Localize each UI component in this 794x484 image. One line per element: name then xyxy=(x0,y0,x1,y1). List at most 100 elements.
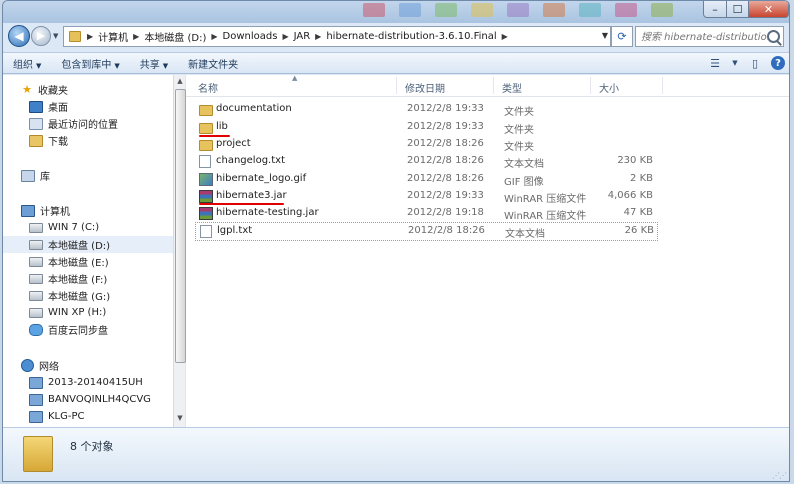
chevron-down-icon: ▼ xyxy=(114,61,120,70)
file-row[interactable]: project 2012/2/8 18:26 文件夹 xyxy=(195,136,656,153)
nav-label: 最近访问的位置 xyxy=(48,120,118,131)
text-file-icon xyxy=(199,155,211,168)
nav-label: 本地磁盘 (G:) xyxy=(48,292,111,303)
nav-item-drive-g[interactable]: 本地磁盘 (G:) xyxy=(3,287,173,304)
new-folder-button[interactable]: 新建文件夹 xyxy=(178,56,248,71)
search-box[interactable] xyxy=(635,26,784,47)
nav-label: 本地磁盘 (D:) xyxy=(48,241,111,252)
address-bar[interactable]: ▶ 计算机 ▶ 本地磁盘 (D:) ▶ Downloads ▶ JAR ▶ hi… xyxy=(63,26,611,47)
back-button[interactable]: ◀ xyxy=(8,25,30,47)
file-row[interactable]: lgpl.txt 2012/2/8 18:26 文本文档 26 KB xyxy=(195,222,658,241)
breadcrumb-separator[interactable]: ▶ xyxy=(280,32,290,41)
share-menu[interactable]: 共享 ▼ xyxy=(130,56,178,71)
view-dropdown-icon[interactable]: ▼ xyxy=(731,55,739,71)
recent-pages-chevron-icon[interactable]: ▼ xyxy=(53,32,61,40)
column-type[interactable]: 类型 xyxy=(502,80,522,95)
nav-item-host-2[interactable]: BANVOQINLH4QCVG xyxy=(3,391,173,408)
nav-item-libraries[interactable]: 库 xyxy=(3,167,173,184)
nav-item-host-3[interactable]: KLG-PC xyxy=(3,408,173,425)
nav-item-drive-c[interactable]: WIN 7 (C:) xyxy=(3,219,173,236)
file-row[interactable]: changelog.txt 2012/2/8 18:26 文本文档 230 KB xyxy=(195,153,656,170)
maximize-button[interactable]: ☐ xyxy=(726,1,749,18)
scroll-up-icon[interactable]: ▲ xyxy=(175,77,185,88)
address-dropdown-icon[interactable]: ▼ xyxy=(602,31,608,40)
nav-label: 库 xyxy=(40,172,50,183)
nav-item-favorites[interactable]: ★ 收藏夹 xyxy=(3,81,173,98)
nav-item-recent[interactable]: 最近访问的位置 xyxy=(3,115,173,132)
drive-icon xyxy=(29,290,43,301)
breadcrumb-separator[interactable]: ▶ xyxy=(85,32,95,41)
chevron-down-icon: ▼ xyxy=(162,61,169,70)
breadcrumb-separator[interactable]: ▶ xyxy=(131,32,141,41)
breadcrumb-separator[interactable]: ▶ xyxy=(209,32,219,41)
column-size[interactable]: 大小 xyxy=(599,80,619,95)
column-divider[interactable] xyxy=(396,77,397,94)
nav-item-drive-h[interactable]: WIN XP (H:) xyxy=(3,304,173,321)
file-type: WinRAR 压缩文件 xyxy=(504,194,587,205)
blurred-background-icons xyxy=(363,3,683,19)
nav-item-downloads[interactable]: 下载 xyxy=(3,132,173,149)
file-size: 2 KB xyxy=(630,173,653,184)
command-bar: 组织 ▼ 包含到库中 ▼ 共享 ▼ 新建文件夹 ☰ ▼ ▯ ? xyxy=(3,52,789,74)
minimize-button[interactable]: – xyxy=(703,1,727,18)
star-icon: ★ xyxy=(22,82,32,96)
organize-label: 组织 xyxy=(13,59,33,71)
breadcrumb-computer[interactable]: 计算机 xyxy=(95,29,131,44)
close-button[interactable]: ✕ xyxy=(748,1,789,18)
title-bar[interactable]: – ☐ ✕ xyxy=(3,1,789,23)
refresh-button[interactable]: ⟳ xyxy=(611,26,633,47)
organize-menu[interactable]: 组织 ▼ xyxy=(3,56,51,71)
file-row[interactable]: hibernate_logo.gif 2012/2/8 18:26 GIF 图像… xyxy=(195,171,656,188)
nav-pane-scrollbar[interactable]: ▲ ▼ xyxy=(173,75,186,427)
forward-button[interactable]: ▶ xyxy=(31,26,51,46)
network-icon xyxy=(21,359,34,372)
file-row[interactable]: hibernate-testing.jar 2012/2/8 19:18 Win… xyxy=(195,205,656,222)
nav-label: 本地磁盘 (F:) xyxy=(48,275,108,286)
nav-label: 2013-20140415UH xyxy=(48,377,143,388)
nav-item-desktop[interactable]: 桌面 xyxy=(3,98,173,115)
file-type: 文件夹 xyxy=(504,142,534,153)
nav-item-computer[interactable]: 计算机 xyxy=(3,202,173,219)
file-row[interactable]: documentation 2012/2/8 19:33 文件夹 xyxy=(195,101,656,118)
column-name[interactable]: 名称 xyxy=(198,80,218,95)
preview-pane-icon[interactable]: ▯ xyxy=(747,55,763,71)
search-icon[interactable] xyxy=(767,30,780,43)
column-divider[interactable] xyxy=(590,77,591,94)
file-date: 2012/2/8 18:26 xyxy=(407,173,484,184)
nav-item-host-1[interactable]: 2013-20140415UH xyxy=(3,374,173,391)
column-date[interactable]: 修改日期 xyxy=(405,80,445,95)
folder-icon xyxy=(199,140,213,151)
drive-icon xyxy=(29,273,43,284)
breadcrumb-jar[interactable]: JAR xyxy=(291,31,314,42)
column-divider[interactable] xyxy=(493,77,494,94)
nav-label: WIN 7 (C:) xyxy=(48,222,100,233)
breadcrumb-separator[interactable]: ▶ xyxy=(500,32,510,41)
nav-item-drive-f[interactable]: 本地磁盘 (F:) xyxy=(3,270,173,287)
breadcrumb-hibernate-distribution[interactable]: hibernate-distribution-3.6.10.Final xyxy=(323,31,499,42)
breadcrumb-downloads[interactable]: Downloads xyxy=(220,31,281,42)
file-row[interactable]: lib 2012/2/8 19:33 文件夹 xyxy=(195,119,656,136)
folder-icon xyxy=(199,123,213,134)
computer-icon xyxy=(21,204,35,217)
drive-icon xyxy=(29,239,43,250)
search-input[interactable] xyxy=(639,28,771,47)
library-icon xyxy=(21,169,35,182)
file-type: GIF 图像 xyxy=(504,177,544,188)
breadcrumb-drive-d[interactable]: 本地磁盘 (D:) xyxy=(141,29,209,44)
resize-grip-icon[interactable]: ⋰⋰ xyxy=(772,471,787,480)
scrollbar-thumb[interactable] xyxy=(175,89,186,363)
file-name: hibernate_logo.gif xyxy=(216,173,307,184)
include-in-library-menu[interactable]: 包含到库中 ▼ xyxy=(51,56,129,71)
scroll-down-icon[interactable]: ▼ xyxy=(175,414,185,425)
help-icon[interactable]: ? xyxy=(771,56,785,70)
view-options-icon[interactable]: ☰ xyxy=(707,55,723,71)
nav-item-network[interactable]: 网络 xyxy=(3,357,173,374)
breadcrumb-separator[interactable]: ▶ xyxy=(313,32,323,41)
nav-item-drive-d[interactable]: 本地磁盘 (D:) xyxy=(3,236,173,253)
nav-item-drive-e[interactable]: 本地磁盘 (E:) xyxy=(3,253,173,270)
column-divider[interactable] xyxy=(662,77,663,94)
nav-item-baidu-sync[interactable]: 百度云同步盘 xyxy=(3,321,173,338)
sort-ascending-icon: ▲ xyxy=(292,74,298,82)
folder-icon xyxy=(199,105,213,116)
navigation-pane: ★ 收藏夹 桌面 最近访问的位置 下载 库 计算机 WIN 7 (C:) 本地磁盘… xyxy=(3,75,173,427)
